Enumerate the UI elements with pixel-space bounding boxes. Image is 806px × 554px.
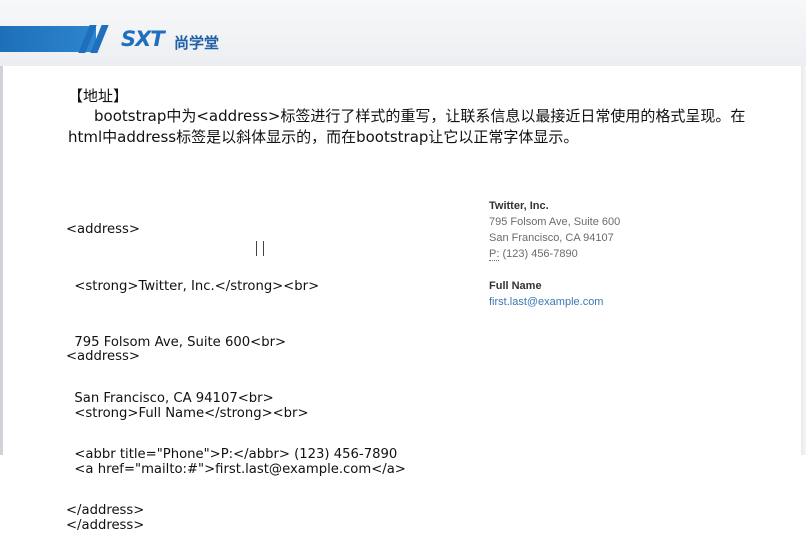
rendered-company-name: Twitter, Inc. (489, 200, 549, 212)
code-line: <address> (66, 222, 140, 238)
rendered-phone-line: P: (123) 456-7890 (489, 246, 709, 262)
code-line: <a href="mailto:#">first.last@example.co… (66, 461, 406, 477)
rendered-preview: Twitter, Inc. 795 Folsom Ave, Suite 600 … (489, 198, 709, 326)
logo-text: SXT (121, 27, 165, 51)
logo-cn-text: 尚学堂 (174, 34, 220, 52)
rendered-phone: (123) 456-7890 (499, 248, 578, 260)
code-block-address-2: <address> <strong>Full Name</strong><br>… (66, 311, 486, 554)
page-edge-right (801, 0, 806, 455)
page-edge-left (0, 0, 3, 455)
code-line: <strong>Full Name</strong><br> (66, 405, 309, 421)
section-title: 【地址】 (68, 87, 129, 105)
email-link[interactable]: first.last@example.com (489, 294, 709, 310)
rendered-full-name: Full Name (489, 280, 542, 292)
rendered-address-2: Full Name first.last@example.com (489, 278, 709, 310)
rendered-street: 795 Folsom Ave, Suite 600 (489, 216, 621, 228)
slide-description: bootstrap中为<address>标签进行了样式的重写，让联系信息以最接近… (68, 107, 746, 146)
text-cursor-icon (256, 241, 264, 256)
rendered-city: San Francisco, CA 94107 (489, 232, 614, 244)
code-line: </address> (66, 517, 145, 533)
header-bar: SXT 尚学堂 (0, 0, 806, 66)
rendered-address-1: Twitter, Inc. 795 Folsom Ave, Suite 600 … (489, 198, 709, 262)
code-line: <strong>Twitter, Inc.</strong><br> (66, 278, 320, 294)
phone-abbr: P: (489, 248, 500, 261)
brand-logo: SXT 尚学堂 (78, 22, 228, 56)
code-line: <address> (66, 349, 140, 365)
